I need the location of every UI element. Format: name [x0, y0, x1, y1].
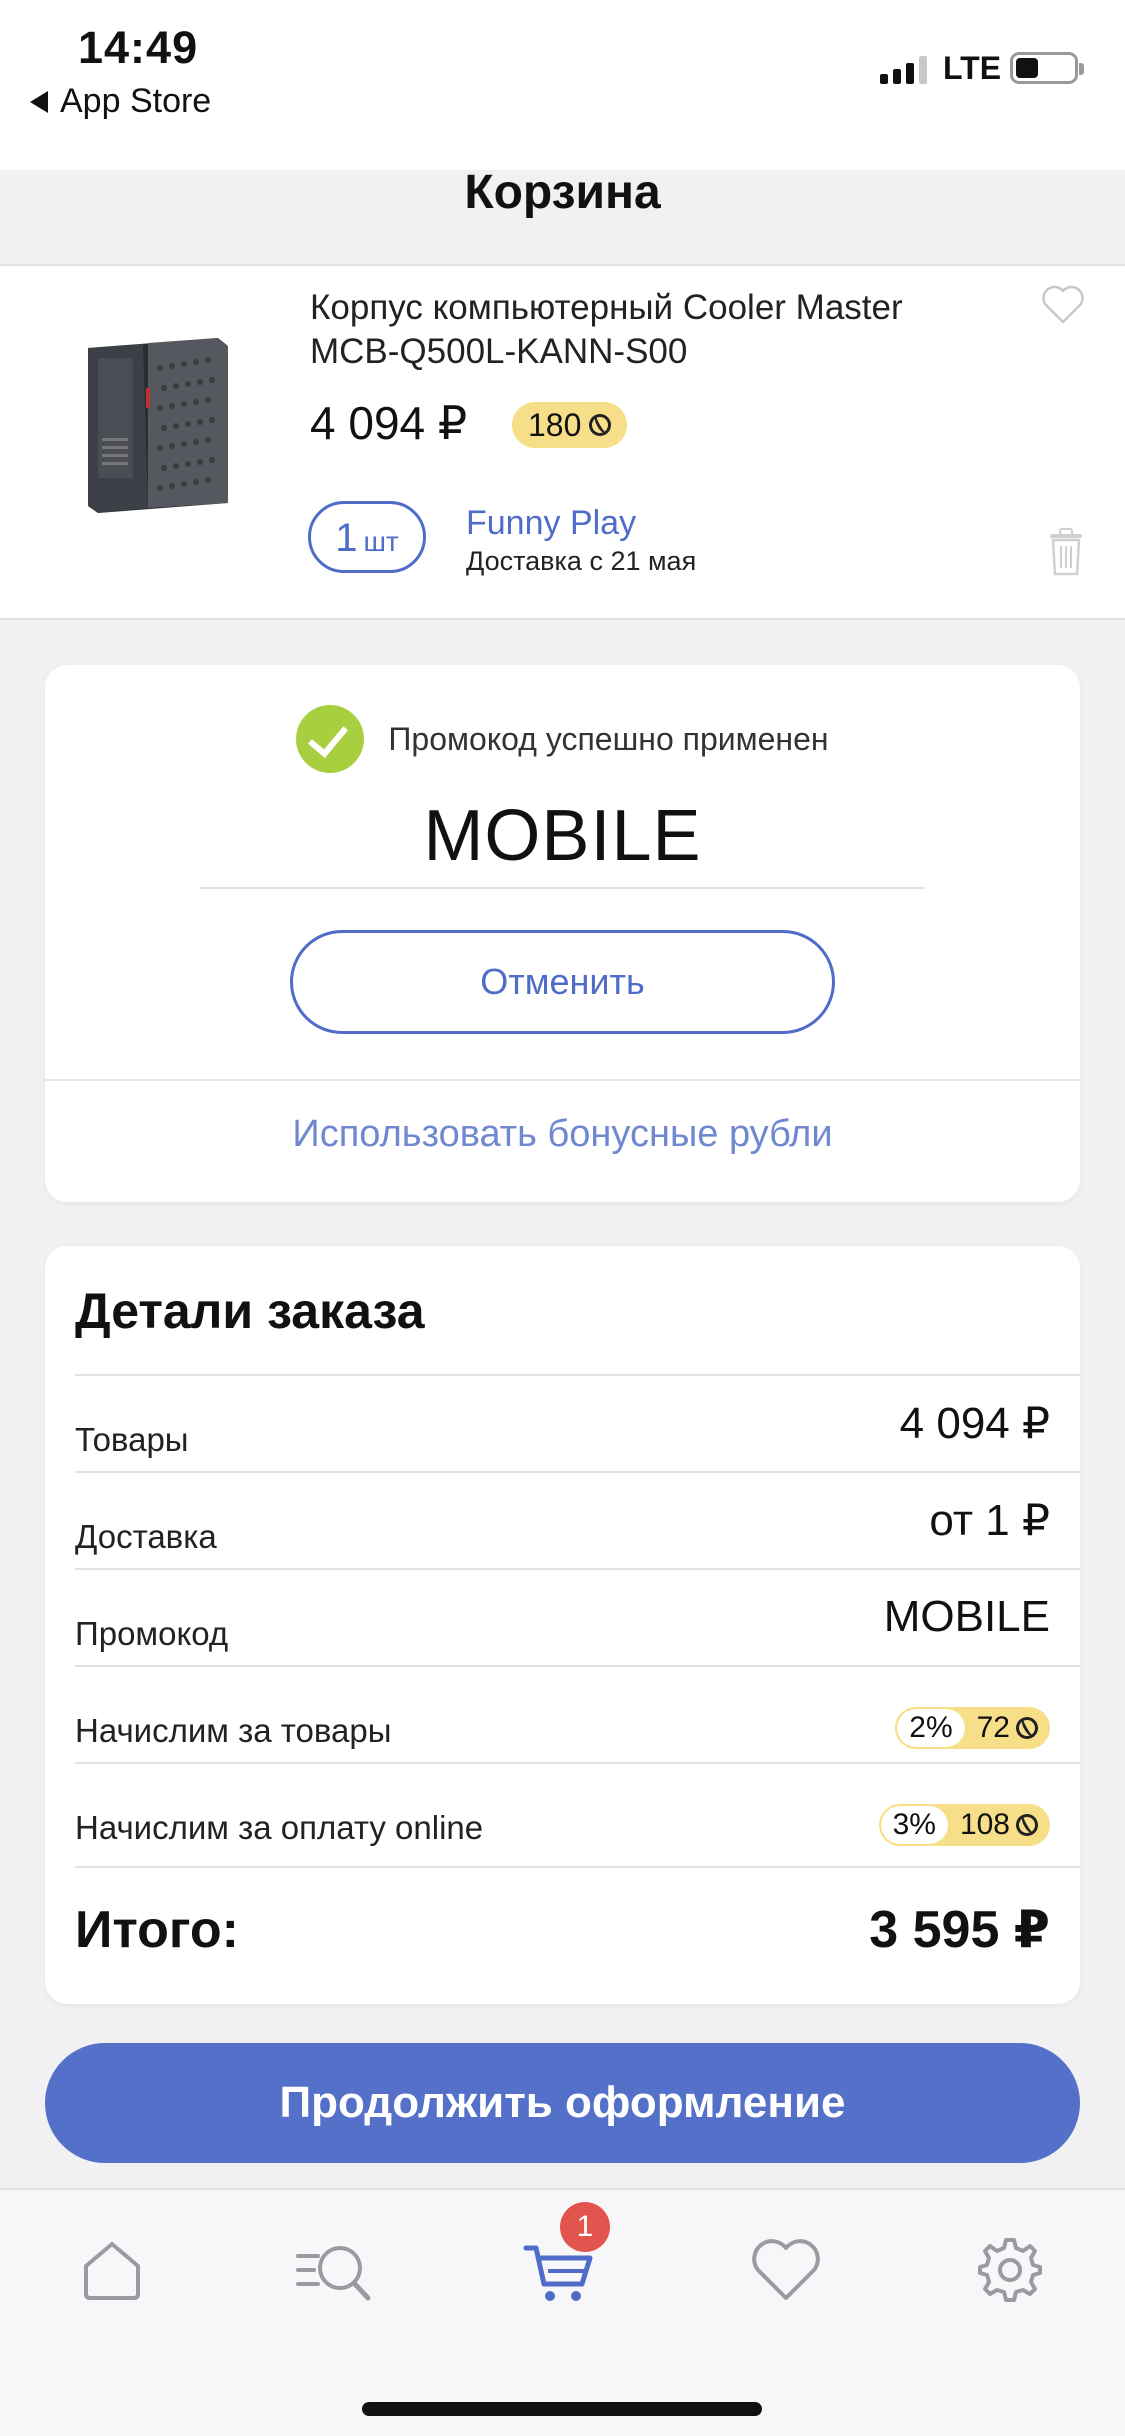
quantity-number: 1 [335, 516, 358, 560]
promo-status-row: Промокод успешно применен [45, 705, 1080, 773]
tab-catalog[interactable] [296, 2230, 376, 2310]
promo-value: MOBILE [883, 1592, 1050, 1641]
promo-code-field[interactable]: MOBILE [45, 795, 1080, 877]
promo-label: Промокод [75, 1615, 229, 1652]
delivery-date: Доставка с 21 мая [466, 546, 697, 576]
continue-checkout-button[interactable]: Продолжить оформление [45, 2043, 1080, 2163]
details-row-goods: Товары 4 094 ₽ [75, 1374, 1080, 1471]
accrue-online-percent: 3% [880, 1806, 948, 1844]
order-details-rows: Товары 4 094 ₽ Доставка от 1 ₽ Промокод … [75, 1374, 1080, 1859]
favorite-heart-icon[interactable] [1040, 282, 1086, 328]
bonus-coin-icon [585, 409, 616, 441]
network-type: LTE [943, 50, 1002, 86]
accrue-online-badge: 3% 108 [878, 1804, 1050, 1846]
delivery-value: от 1 ₽ [929, 1496, 1050, 1545]
trash-icon[interactable] [1046, 526, 1086, 578]
home-icon [84, 2242, 140, 2300]
quantity-unit: шт [363, 526, 399, 557]
cart-item[interactable]: Корпус компьютерный Cooler Master MCB-Q5… [0, 266, 1125, 620]
product-bonus-value: 180 [528, 406, 582, 443]
product-name[interactable]: Корпус компьютерный Cooler Master MCB-Q5… [310, 286, 990, 374]
accrue-goods-label: Начислим за товары [75, 1712, 392, 1749]
home-indicator[interactable] [362, 2402, 762, 2416]
accrue-goods-amount: 72 [976, 1711, 1010, 1744]
accrue-goods-percent: 2% [897, 1709, 965, 1747]
total-value: 3 595 ₽ [869, 1901, 1050, 1959]
seller-link[interactable]: Funny Play [466, 504, 636, 543]
catalog-search-icon [296, 2246, 371, 2301]
use-bonus-rubles-link[interactable]: Использовать бонусные рубли [45, 1113, 1080, 1156]
accrue-goods-badge: 2% 72 [895, 1707, 1050, 1749]
bonus-coin-icon [1011, 1809, 1043, 1841]
delivery-label: Доставка [75, 1518, 217, 1555]
total-label: Итого: [75, 1901, 239, 1959]
order-details-title: Детали заказа [75, 1283, 425, 1339]
tab-settings[interactable] [970, 2230, 1050, 2310]
page-title: Корзина [464, 166, 661, 219]
back-triangle-icon [30, 90, 48, 113]
promo-card: Промокод успешно применен MOBILE Отменит… [45, 665, 1080, 1202]
goods-label: Товары [75, 1421, 189, 1458]
accrue-online-label: Начислим за оплату online [75, 1809, 484, 1846]
accrue-online-amount-wrap: 108 [948, 1808, 1048, 1842]
quantity-selector[interactable]: 1 шт [308, 501, 426, 573]
back-to-app-store[interactable]: App Store [30, 82, 211, 121]
goods-value: 4 094 ₽ [899, 1399, 1050, 1448]
promo-underline [200, 887, 925, 889]
cancel-promo-button[interactable]: Отменить [290, 930, 835, 1034]
order-details-card: Детали заказа Товары 4 094 ₽ Доставка от… [45, 1246, 1080, 2004]
battery-icon [1010, 52, 1084, 84]
tab-favorites[interactable] [746, 2230, 826, 2310]
clock: 14:49 [78, 22, 199, 73]
check-circle-icon [296, 705, 365, 773]
heart-icon [752, 2239, 820, 2300]
tab-bar: 1 [0, 2188, 1125, 2436]
details-row-accrue-goods: Начислим за товары 2% 72 [75, 1665, 1080, 1762]
details-row-delivery: Доставка от 1 ₽ [75, 1471, 1080, 1568]
cart-count-badge: 1 [560, 2202, 610, 2252]
accrue-online-amount: 108 [959, 1808, 1010, 1841]
accrue-goods-amount-wrap: 72 [965, 1711, 1048, 1745]
settings-icon [978, 2238, 1042, 2302]
bonus-coin-icon [1011, 1712, 1043, 1744]
details-row-accrue-online: Начислим за оплату online 3% 108 [75, 1762, 1080, 1859]
promo-divider [45, 1079, 1080, 1081]
tab-home[interactable] [72, 2230, 152, 2310]
tab-cart[interactable]: 1 [520, 2202, 610, 2310]
status-bar: 14:49 App Store LTE [0, 0, 1125, 170]
details-row-promo: Промокод MOBILE [75, 1568, 1080, 1665]
back-label: App Store [60, 82, 212, 120]
signal-icon [880, 56, 927, 84]
promo-status-text: Промокод успешно применен [388, 720, 829, 757]
product-price: 4 094 ₽ [310, 397, 468, 449]
product-bonus-badge: 180 [512, 402, 628, 448]
product-image[interactable] [68, 328, 238, 518]
total-row: Итого: 3 595 ₽ [75, 1866, 1080, 1984]
